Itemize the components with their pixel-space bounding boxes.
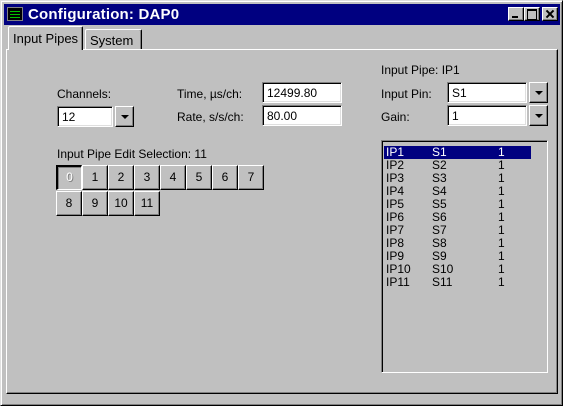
pin-button-4[interactable]: 4	[160, 165, 186, 190]
pin-button-10[interactable]: 10	[108, 191, 134, 216]
pin-button-8[interactable]: 8	[56, 191, 82, 216]
maximize-button[interactable]	[524, 7, 540, 21]
pipe-list-pipe: IP11	[386, 275, 410, 289]
pipe-list-pin: S11	[432, 275, 453, 289]
title-bar[interactable]: Configuration: DAP0	[4, 4, 560, 25]
gain-dropdown-button[interactable]	[529, 105, 548, 126]
app-icon[interactable]	[7, 7, 23, 21]
gain-label: Gain:	[381, 110, 410, 124]
minimize-button[interactable]	[508, 7, 524, 21]
pipe-list-row[interactable]: IP5 S5 1	[384, 198, 531, 211]
tab-system[interactable]: System	[85, 29, 142, 49]
pin-button-3[interactable]: 3	[134, 165, 160, 190]
pipe-list-row[interactable]: IP4 S4 1	[384, 185, 531, 198]
input-pin-dropdown-button[interactable]	[529, 82, 548, 103]
rate-label: Rate, s/s/ch:	[177, 110, 244, 124]
window-title: Configuration: DAP0	[28, 6, 180, 23]
pin-button-5[interactable]: 5	[186, 165, 212, 190]
rate-field[interactable]: 80.00	[262, 105, 342, 126]
input-pin-field[interactable]: S1	[447, 82, 527, 103]
channels-field[interactable]: 12	[57, 106, 113, 127]
pipe-list-row[interactable]: IP6 S6 1	[384, 211, 531, 224]
close-button[interactable]	[542, 7, 558, 21]
input-pipe-header: Input Pipe: IP1	[381, 63, 460, 77]
time-label: Time, µs/ch:	[177, 87, 243, 101]
input-pipe-listbox[interactable]: IP1 S1 1 IP2 S2 1 IP3 S3 1 IP4 S4 1 IP5 S5 1 IP6 S6 1 IP7 S…	[381, 140, 548, 373]
pipe-list-row[interactable]: IP1 S1 1	[384, 146, 531, 159]
input-pin-label: Input Pin:	[381, 87, 432, 101]
channels-label: Channels:	[57, 87, 112, 101]
edit-selection-label: Input Pipe Edit Selection: 11	[57, 147, 207, 161]
pipe-list-gain: 1	[498, 275, 505, 289]
pipe-list-row[interactable]: IP3 S3 1	[384, 172, 531, 185]
pipe-list-row[interactable]: IP2 S2 1	[384, 159, 531, 172]
gain-field[interactable]: 1	[447, 105, 527, 126]
pin-button-1[interactable]: 1	[82, 165, 108, 190]
configuration-window: Configuration: DAP0 Input Pipes System C…	[0, 0, 563, 406]
pin-button-7[interactable]: 7	[238, 165, 264, 190]
tab-input-pipes-label: Input Pipes	[13, 31, 79, 46]
pin-button-11[interactable]: 11	[134, 191, 160, 216]
pipe-list-row[interactable]: IP7 S7 1	[384, 224, 531, 237]
pipe-list-row[interactable]: IP8 S8 1	[384, 237, 531, 250]
tab-system-label: System	[90, 33, 134, 48]
time-field[interactable]: 12499.80	[262, 82, 342, 103]
pin-button-0[interactable]: 0	[56, 165, 82, 190]
tab-input-pipes[interactable]: Input Pipes	[8, 26, 84, 50]
pin-button-6[interactable]: 6	[212, 165, 238, 190]
pipe-list-row[interactable]: IP11 S11 1	[384, 276, 531, 289]
channels-dropdown-button[interactable]	[115, 106, 134, 127]
pin-button-9[interactable]: 9	[82, 191, 108, 216]
pin-button-2[interactable]: 2	[108, 165, 134, 190]
